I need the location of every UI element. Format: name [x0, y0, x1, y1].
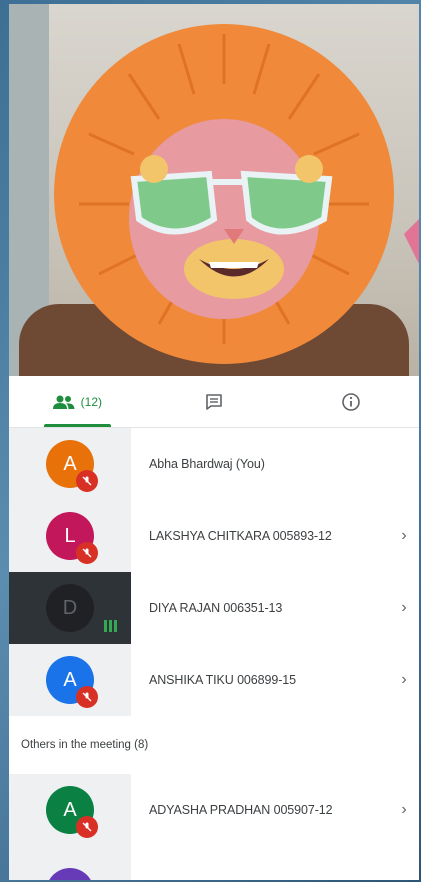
avatar — [46, 868, 94, 880]
chat-icon — [206, 393, 222, 410]
mic-off-icon — [76, 470, 98, 492]
chevron-right-icon[interactable]: › — [389, 801, 419, 819]
participant-name: ANSHIKA TIKU 006899-15 — [149, 673, 296, 687]
avatar-cell: D — [9, 572, 131, 644]
others-heading: Others in the meeting (8) — [9, 716, 419, 774]
participant-name: ADYASHA PRADHAN 005907-12 — [149, 803, 333, 817]
participant-row-partial[interactable] — [9, 846, 419, 880]
chevron-right-icon[interactable]: › — [389, 671, 419, 689]
audio-level-icon — [104, 620, 118, 632]
avatar-cell — [9, 846, 131, 880]
meeting-screen: (12) A Abha Bhardwaj (You) L LAKSHYA CHI… — [9, 4, 419, 880]
chevron-right-icon[interactable]: › — [389, 572, 419, 644]
participant-name: DIYA RAJAN 006351-13 — [131, 572, 389, 644]
people-count: (12) — [80, 394, 102, 409]
avatar-cell: A — [9, 644, 131, 716]
participant-row[interactable]: A Abha Bhardwaj (You) — [9, 428, 419, 500]
participant-row[interactable]: A ANSHIKA TIKU 006899-15 › — [9, 644, 419, 716]
tab-people[interactable]: (12) — [9, 376, 146, 427]
chevron-right-icon[interactable]: › — [389, 527, 419, 545]
participant-name: Abha Bhardwaj (You) — [149, 457, 265, 471]
people-icon — [52, 395, 75, 409]
participant-list: A Abha Bhardwaj (You) L LAKSHYA CHITKARA… — [9, 428, 419, 880]
participant-row-speaking[interactable]: D DIYA RAJAN 006351-13 › — [9, 572, 419, 644]
panel-tabs: (12) — [9, 376, 419, 428]
participant-name: LAKSHYA CHITKARA 005893-12 — [149, 529, 332, 543]
participant-row[interactable]: L LAKSHYA CHITKARA 005893-12 › — [9, 500, 419, 572]
tab-chat[interactable] — [146, 376, 283, 427]
avatar-cell: L — [9, 500, 131, 572]
avatar: D — [46, 584, 94, 632]
info-icon — [341, 392, 360, 411]
avatar-cell: A — [9, 428, 131, 500]
participant-row[interactable]: A ADYASHA PRADHAN 005907-12 › — [9, 774, 419, 846]
tab-info[interactable] — [282, 376, 419, 427]
mic-off-icon — [76, 542, 98, 564]
participant-video — [9, 4, 419, 376]
lion-mask-image — [54, 24, 419, 364]
mic-off-icon — [76, 816, 98, 838]
mic-off-icon — [76, 686, 98, 708]
avatar-cell: A — [9, 774, 131, 846]
